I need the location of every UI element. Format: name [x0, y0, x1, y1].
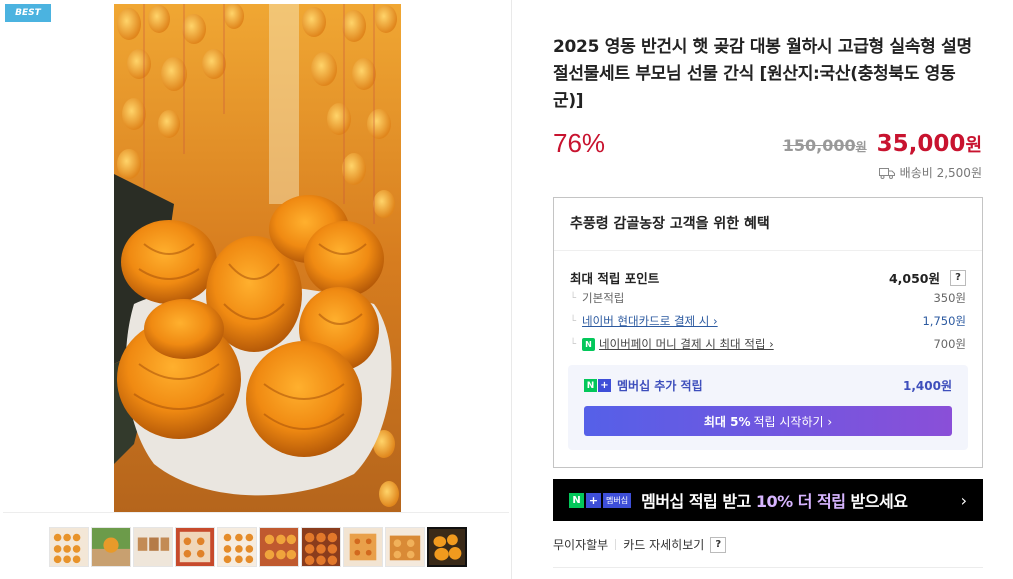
naver-hyundai-card-link[interactable]: 네이버 현대카드로 결제 시 ›	[582, 313, 718, 329]
membership-value: 1,400원	[903, 379, 952, 393]
divider	[615, 539, 617, 550]
product-title: 2025 영동 반건시 햇 곶감 대봉 월하시 고급형 실속형 설명절선물세트 …	[553, 37, 972, 111]
tree-branch-icon: └	[570, 292, 577, 304]
thumbnail-5[interactable]	[217, 527, 257, 567]
thumbnail-2[interactable]	[91, 527, 131, 567]
benefit-divider	[554, 250, 982, 251]
card-points-value: 1,750원	[922, 314, 966, 328]
points-help-button[interactable]: ?	[950, 269, 966, 286]
thumbnail-9[interactable]	[385, 527, 425, 567]
chevron-right-icon: ›	[960, 490, 967, 510]
tree-branch-icon: └	[570, 338, 577, 350]
card-help-button[interactable]: ?	[710, 536, 727, 553]
max-points-row: 최대 적립 포인트 4,050원 ?	[570, 268, 966, 287]
truck-icon	[878, 167, 895, 179]
basic-points-value: 350원	[933, 291, 966, 305]
npay-points-row: └ N 네이버페이 머니 결제 시 최대 적립 › 700원	[570, 336, 966, 352]
thumbnail-3[interactable]	[133, 527, 173, 567]
price-row: 150,000원 35,000원	[783, 131, 982, 157]
thumbnail-8[interactable]	[343, 527, 383, 567]
installment-link[interactable]: 무이자할부	[553, 536, 608, 553]
max-points-label: 최대 적립 포인트	[570, 271, 660, 286]
benefit-title: 추풍령 감골농장 고객을 위한 혜택	[570, 216, 770, 232]
shipping-text: 배송비 2,500원	[899, 166, 982, 180]
tree-branch-icon: └	[570, 315, 577, 327]
discount-rate: 76%	[553, 128, 606, 158]
bottom-divider	[553, 567, 983, 568]
cta-text: 적립 시작하기 ›	[753, 414, 833, 429]
payment-links: 무이자할부 카드 자세히보기 ?	[553, 536, 727, 553]
card-points-row: └ 네이버 현대카드로 결제 시 › 1,750원	[570, 313, 966, 329]
dried-persimmon-photo	[114, 4, 401, 512]
membership-box: N + 멤버십 추가 적립 1,400원 최대 5% 적립 시작하기 ›	[568, 365, 968, 450]
thumbnail-strip	[49, 527, 467, 567]
thumbnail-10-selected[interactable]	[427, 527, 467, 567]
membership-label: 멤버십 추가 적립	[617, 379, 703, 393]
npay-points-value: 700원	[933, 337, 966, 351]
max-points-value: 4,050원	[888, 271, 940, 286]
best-badge: BEST	[5, 4, 51, 22]
thumbnail-7[interactable]	[301, 527, 341, 567]
thumbnail-6[interactable]	[259, 527, 299, 567]
naver-plus-membership-icon: N +	[584, 379, 611, 392]
start-membership-button[interactable]: 최대 5% 적립 시작하기 ›	[584, 406, 952, 436]
basic-points-label: 기본적립	[582, 291, 625, 305]
thumb-divider	[3, 512, 509, 513]
product-image-panel: BEST	[0, 0, 512, 579]
original-price: 150,000원	[782, 136, 867, 155]
banner-text: 멤버십 적립 받고 10% 더 적립 받으세요	[641, 492, 908, 511]
membership-banner[interactable]: N + 멤버십 멤버십 적립 받고 10% 더 적립 받으세요 ›	[553, 479, 983, 521]
npay-icon: N	[582, 337, 596, 351]
thumbnail-4[interactable]	[175, 527, 215, 567]
basic-points-row: └ 기본적립 350원	[570, 290, 966, 306]
npay-money-link[interactable]: 네이버페이 머니 결제 시 최대 적립 ›	[599, 336, 774, 352]
benefit-box: 추풍령 감골농장 고객을 위한 혜택 최대 적립 포인트 4,050원 ? └ 기…	[553, 197, 983, 468]
cta-bold: 최대 5%	[703, 414, 751, 429]
membership-row: N + 멤버십 추가 적립 1,400원	[584, 377, 952, 394]
naver-plus-membership-icon: N + 멤버십	[569, 492, 632, 508]
thumbnail-1[interactable]	[49, 527, 89, 567]
shipping-fee: 배송비 2,500원	[878, 164, 982, 181]
sale-price: 35,000원	[876, 131, 982, 157]
card-detail-link[interactable]: 카드 자세히보기	[623, 536, 704, 553]
main-product-photo[interactable]	[114, 4, 401, 512]
